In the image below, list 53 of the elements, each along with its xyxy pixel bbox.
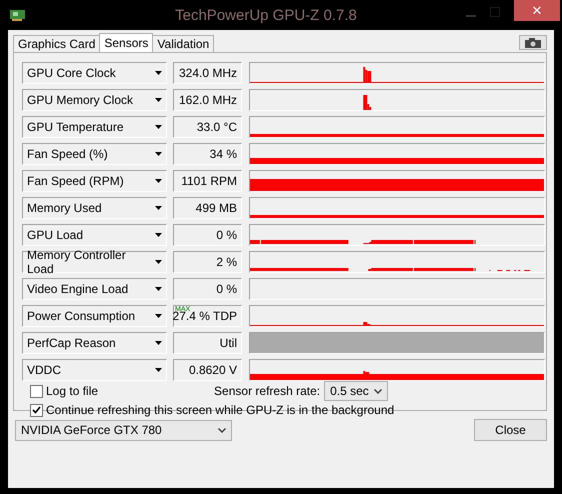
sensor-dropdown[interactable]: Fan Speed (RPM) <box>22 170 167 192</box>
window-title: TechPowerUp GPU-Z 0.7.8 <box>174 6 358 24</box>
sensor-dropdown[interactable]: PerfCap Reason <box>22 332 167 354</box>
sensor-dropdown[interactable]: Memory Used <box>22 197 167 219</box>
sensor-dropdown[interactable]: Power Consumption <box>22 305 167 327</box>
chevron-icon <box>374 388 382 394</box>
tab[interactable]: Sensors <box>99 33 154 52</box>
dropdown-arrow-icon <box>155 71 162 75</box>
dropdown-arrow-icon <box>155 368 162 372</box>
gpu-dropdown[interactable]: NVIDIA GeForce GTX 780 <box>15 420 232 440</box>
sensor-value: 499 MB <box>196 201 237 215</box>
dropdown-arrow-icon <box>155 179 162 183</box>
sensor-value: 324.0 MHz <box>178 66 237 80</box>
dropdown-arrow-icon <box>155 287 162 291</box>
refresh-rate-label: Sensor refresh rate: <box>214 384 320 398</box>
dropdown-arrow-icon <box>155 260 162 264</box>
tab[interactable]: Validation <box>152 35 214 52</box>
sensor-dropdown[interactable]: GPU Memory Clock <box>22 89 167 111</box>
close-button[interactable]: ✕ <box>514 0 560 21</box>
dropdown-arrow-icon <box>155 314 162 318</box>
sensor-dropdown[interactable]: VDDC <box>22 359 167 381</box>
sensor-value: 33.0 °C <box>196 120 237 134</box>
dropdown-arrow-icon <box>155 233 162 237</box>
sensor-dropdown[interactable]: GPU Load <box>22 224 167 246</box>
dropdown-arrow-icon <box>155 152 162 156</box>
graphics-card-icon <box>10 9 26 21</box>
sensor-dropdown[interactable]: Memory Controller Load <box>22 251 167 273</box>
sensor-value: 34 % <box>210 147 237 161</box>
sensor-value: 1101 RPM <box>181 174 237 188</box>
checkmark-icon <box>32 406 41 414</box>
tab[interactable]: Graphics Card <box>13 35 100 52</box>
refresh-rate-dropdown[interactable]: 0.5 sec <box>324 381 388 401</box>
sensor-dropdown[interactable]: GPU Core Clock <box>22 62 167 84</box>
camera-icon <box>524 38 542 48</box>
sensor-dropdown[interactable]: GPU Temperature <box>22 116 167 138</box>
sensor-value: 2 % <box>216 255 237 269</box>
dropdown-arrow-icon <box>155 206 162 210</box>
maximize-icon[interactable] <box>490 7 500 17</box>
sensor-value: Util <box>220 336 237 350</box>
chevron-icon <box>218 428 226 432</box>
sensor-dropdown[interactable]: Video Engine Load <box>22 278 167 300</box>
sensor-dropdown[interactable]: Fan Speed (%) <box>22 143 167 165</box>
dropdown-arrow-icon <box>155 125 162 129</box>
continue-refreshing-checkbox[interactable]: Continue refreshing this screen while GPU-Z is in the background <box>30 403 546 417</box>
sensor-value: 0 % <box>216 282 237 296</box>
sensor-value: 0.8620 V <box>188 363 237 377</box>
screenshot-button[interactable] <box>519 35 547 50</box>
sensor-value: 162.0 MHz <box>178 93 237 107</box>
close-button[interactable]: Close <box>474 419 547 441</box>
sensor-value: 0 % <box>216 228 237 242</box>
dropdown-arrow-icon <box>155 98 162 102</box>
log-to-file-checkbox[interactable]: Log to file <box>30 384 98 398</box>
dropdown-arrow-icon <box>155 341 162 345</box>
